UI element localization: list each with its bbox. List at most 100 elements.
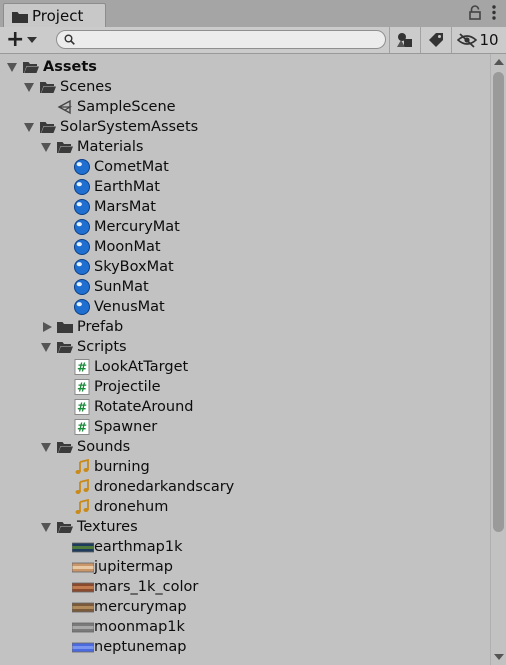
tree-row[interactable]: MoonMat bbox=[0, 237, 490, 257]
folder-open-icon bbox=[40, 119, 56, 135]
tree-item-label: mars_1k_color bbox=[94, 579, 199, 595]
tree-row[interactable]: # LookAtTarget bbox=[0, 357, 490, 377]
tree-item-label: Sounds bbox=[77, 439, 131, 455]
texture-icon bbox=[71, 579, 95, 595]
folder-open-icon bbox=[23, 59, 39, 75]
material-icon bbox=[74, 219, 90, 235]
search-by-type-button[interactable] bbox=[390, 27, 420, 53]
expand-down-icon[interactable] bbox=[24, 83, 34, 92]
tree-row[interactable]: jupitermap bbox=[0, 557, 490, 577]
tree-row[interactable]: Assets bbox=[0, 57, 490, 77]
tree-row[interactable]: SolarSystemAssets bbox=[0, 117, 490, 137]
folder-open-icon bbox=[57, 439, 73, 455]
tree-item-label: Scripts bbox=[77, 339, 127, 355]
search-field[interactable] bbox=[56, 30, 386, 49]
tree-item-label: SampleScene bbox=[77, 99, 176, 115]
tree-item-label: Projectile bbox=[94, 379, 161, 395]
tree-item-label: neptunemap bbox=[94, 639, 187, 655]
expand-right-icon[interactable] bbox=[43, 322, 52, 332]
tree-row[interactable]: # Projectile bbox=[0, 377, 490, 397]
expand-down-icon[interactable] bbox=[41, 143, 51, 152]
tree-row[interactable]: CometMat bbox=[0, 157, 490, 177]
tree-row[interactable]: neptunemap bbox=[0, 637, 490, 657]
tree-item-label: CometMat bbox=[94, 159, 169, 175]
tree-item-label: SkyBoxMat bbox=[94, 259, 174, 275]
material-icon bbox=[74, 279, 90, 295]
tree-row[interactable]: Scripts bbox=[0, 337, 490, 357]
folder-open-icon bbox=[57, 139, 73, 155]
svg-text:#: # bbox=[77, 361, 87, 375]
texture-icon bbox=[71, 559, 95, 575]
tree-item-label: SunMat bbox=[94, 279, 149, 295]
material-icon bbox=[74, 259, 90, 275]
tree-row[interactable]: burning bbox=[0, 457, 490, 477]
folder-icon bbox=[12, 12, 28, 23]
hidden-packages-button[interactable]: 10 bbox=[452, 27, 504, 53]
tree-row[interactable]: MarsMat bbox=[0, 197, 490, 217]
tree-item-label: Prefab bbox=[77, 319, 124, 335]
kebab-menu-icon[interactable] bbox=[492, 5, 496, 20]
tree-item-label: earthmap1k bbox=[94, 539, 183, 555]
scroll-up-icon[interactable] bbox=[494, 59, 504, 65]
create-button[interactable]: + bbox=[6, 29, 42, 51]
svg-text:#: # bbox=[77, 401, 87, 415]
search-by-label-button[interactable] bbox=[421, 27, 451, 53]
tree-item-label: mercurymap bbox=[94, 599, 187, 615]
tree-row[interactable]: earthmap1k bbox=[0, 537, 490, 557]
tree-item-label: MoonMat bbox=[94, 239, 161, 255]
project-window: Project + 10 Assets Scenes SampleScene S… bbox=[0, 0, 506, 665]
tree-row[interactable]: VenusMat bbox=[0, 297, 490, 317]
tab-bar: Project bbox=[0, 0, 506, 28]
tree-item-label: SolarSystemAssets bbox=[60, 119, 199, 135]
chevron-down-icon bbox=[27, 37, 38, 43]
tree-item-label: Scenes bbox=[60, 79, 112, 95]
expand-down-icon[interactable] bbox=[41, 443, 51, 452]
tree-row[interactable]: EarthMat bbox=[0, 177, 490, 197]
tree-row[interactable]: # RotateAround bbox=[0, 397, 490, 417]
texture-icon bbox=[71, 539, 95, 555]
tag-icon bbox=[429, 33, 443, 47]
search-input[interactable] bbox=[79, 32, 383, 49]
scroll-down-icon[interactable] bbox=[494, 654, 504, 660]
folder-icon bbox=[57, 319, 73, 335]
tab-title: Project bbox=[32, 7, 84, 25]
expand-down-icon[interactable] bbox=[41, 343, 51, 352]
tree-item-label: jupitermap bbox=[94, 559, 173, 575]
tree-row[interactable]: dronedarkandscary bbox=[0, 477, 490, 497]
tree-item-label: MarsMat bbox=[94, 199, 156, 215]
audio-icon bbox=[74, 498, 90, 515]
tree-row[interactable]: SkyBoxMat bbox=[0, 257, 490, 277]
folder-open-icon bbox=[57, 519, 73, 535]
texture-icon bbox=[71, 639, 95, 655]
tree-item-label: MercuryMat bbox=[94, 219, 180, 235]
script-icon: # bbox=[74, 379, 90, 395]
tree-row[interactable]: mars_1k_color bbox=[0, 577, 490, 597]
tree-row[interactable]: Materials bbox=[0, 137, 490, 157]
tree-row[interactable]: # Spawner bbox=[0, 417, 490, 437]
tree-row[interactable]: moonmap1k bbox=[0, 617, 490, 637]
tree-item-label: LookAtTarget bbox=[94, 359, 189, 375]
expand-down-icon[interactable] bbox=[24, 123, 34, 132]
tree-row[interactable]: SampleScene bbox=[0, 97, 490, 117]
expand-down-icon[interactable] bbox=[7, 63, 17, 72]
scrollbar-thumb[interactable] bbox=[493, 72, 504, 532]
tree-row[interactable]: dronehum bbox=[0, 497, 490, 517]
tree-item-label: EarthMat bbox=[94, 179, 160, 195]
tab-project[interactable]: Project bbox=[3, 3, 106, 28]
vertical-scrollbar[interactable] bbox=[490, 54, 506, 665]
script-icon: # bbox=[74, 419, 90, 435]
texture-icon bbox=[71, 599, 95, 615]
expand-down-icon[interactable] bbox=[41, 523, 51, 532]
tree-row[interactable]: Scenes bbox=[0, 77, 490, 97]
lock-icon[interactable] bbox=[468, 5, 482, 20]
svg-text:#: # bbox=[77, 421, 87, 435]
tree-row[interactable]: Sounds bbox=[0, 437, 490, 457]
tree-item-label: Spawner bbox=[94, 419, 158, 435]
folder-open-icon bbox=[40, 79, 56, 95]
tree-row[interactable]: Textures bbox=[0, 517, 490, 537]
tree-row[interactable]: mercurymap bbox=[0, 597, 490, 617]
tree-row[interactable]: SunMat bbox=[0, 277, 490, 297]
tree-row[interactable]: MercuryMat bbox=[0, 217, 490, 237]
tree-row[interactable]: Prefab bbox=[0, 317, 490, 337]
tree-item-label: Materials bbox=[77, 139, 144, 155]
